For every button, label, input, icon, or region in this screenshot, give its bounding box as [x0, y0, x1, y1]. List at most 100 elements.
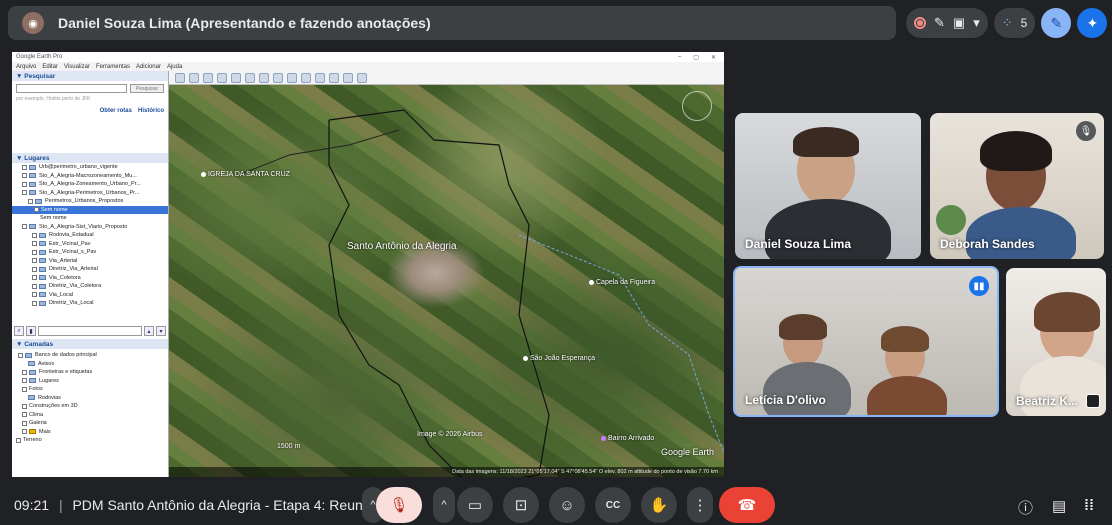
- list-item[interactable]: Via_Arterial: [12, 257, 168, 266]
- search-button[interactable]: Pesquisar: [130, 84, 164, 93]
- toolbar-print-icon[interactable]: [329, 72, 339, 83]
- menu-visualizar[interactable]: Visualizar: [64, 64, 90, 70]
- panel-icon[interactable]: ▮: [26, 326, 36, 336]
- menu-adicionar[interactable]: Adicionar: [136, 64, 161, 70]
- annotate-icon[interactable]: ✎: [934, 15, 945, 31]
- list-item[interactable]: Estr_Vicinal_s_Pav: [12, 248, 168, 257]
- emoji-icon: ☺: [559, 496, 575, 514]
- list-item[interactable]: Via_Local: [12, 291, 168, 300]
- toolbar-ruler-icon[interactable]: [301, 72, 311, 83]
- mic-toggle-button[interactable]: 🎙: [376, 487, 422, 523]
- list-item[interactable]: Perimetros_Urbanos_Propostos: [12, 197, 168, 206]
- list-item[interactable]: Sto_A_Alegria-Zoneamento_Urbano_Pr...: [12, 180, 168, 189]
- list-item[interactable]: Rodovia_Estadual: [12, 231, 168, 240]
- list-item[interactable]: Diretriz_Via_Coletora: [12, 282, 168, 291]
- maximize-icon[interactable]: ▢: [693, 54, 699, 61]
- toolbar-sun-icon[interactable]: [273, 72, 283, 83]
- recording-controls[interactable]: ✎ ▣ ▾: [906, 8, 988, 38]
- list-item[interactable]: Avisos: [12, 360, 168, 369]
- toolbar-planets-icon[interactable]: [287, 72, 297, 83]
- participant-tile[interactable]: Daniel Souza Lima: [735, 113, 921, 259]
- screen-share-icon[interactable]: ▣: [953, 15, 965, 31]
- ge-toolbar: [169, 71, 724, 85]
- toolbar-email-icon[interactable]: [315, 72, 325, 83]
- compass-control[interactable]: [682, 91, 712, 121]
- list-item[interactable]: Mais: [12, 428, 168, 437]
- toolbar-sidebar-icon[interactable]: [175, 72, 185, 83]
- list-item-selected[interactable]: Sem nome: [12, 205, 168, 214]
- shared-screen: Google Earth Pro – ▢ ✕ Arquivo Editar Vi…: [12, 52, 724, 477]
- satellite-map[interactable]: IGREJA DA SANTA CRUZ Santo Antônio da Al…: [169, 85, 724, 477]
- toolbar-maps-icon[interactable]: [357, 72, 367, 83]
- list-item[interactable]: Via_Coletora: [12, 274, 168, 283]
- toolbar-history-icon[interactable]: [259, 72, 269, 83]
- search-input[interactable]: [16, 84, 127, 93]
- menu-editar[interactable]: Editar: [42, 64, 58, 70]
- list-item[interactable]: Sem nome: [12, 214, 168, 223]
- toolbar-polygon-icon[interactable]: [203, 72, 213, 83]
- list-item[interactable]: Rodovias: [12, 394, 168, 403]
- pip-icon[interactable]: [1086, 394, 1100, 408]
- list-item[interactable]: Sto_A_Alegria-Sist_Viario_Proposto: [12, 223, 168, 232]
- list-item[interactable]: Urb@perimetro_urbano_vigente: [12, 163, 168, 172]
- end-call-icon: ☎: [737, 497, 757, 514]
- menu-ajuda[interactable]: Ajuda: [167, 64, 182, 70]
- gemini-button[interactable]: ✦: [1077, 8, 1108, 38]
- meeting-title: PDM Santo Antônio da Alegria - Etapa 4: …: [72, 497, 386, 513]
- list-item[interactable]: Lugares: [12, 377, 168, 386]
- pen-tool-button[interactable]: ✎: [1041, 8, 1072, 38]
- participant-tile[interactable]: 🎙 Deborah Sandes: [930, 113, 1104, 259]
- list-item[interactable]: Sto_A_Alegria-Macrozoneamento_Mu...: [12, 172, 168, 181]
- toolbar-placemark-icon[interactable]: [189, 72, 199, 83]
- chat-icon[interactable]: ▤: [1052, 497, 1066, 515]
- toolbar-overlay-icon[interactable]: [231, 72, 241, 83]
- menu-ferramentas[interactable]: Ferramentas: [96, 64, 130, 70]
- list-item[interactable]: Terreno: [12, 436, 168, 445]
- list-item[interactable]: Banco de dados principal: [12, 351, 168, 360]
- leave-call-button[interactable]: ☎: [719, 487, 775, 523]
- close-icon[interactable]: ✕: [711, 54, 716, 61]
- activities-icon[interactable]: ⁞⁞: [1084, 497, 1094, 514]
- history-link[interactable]: Histórico: [138, 108, 164, 114]
- toolbar-path-icon[interactable]: [217, 72, 227, 83]
- toolbar-tour-icon[interactable]: [245, 72, 255, 83]
- list-item[interactable]: Estr_Vicinal_Pav: [12, 240, 168, 249]
- chevron-down-icon[interactable]: ▾: [973, 15, 980, 31]
- directions-link[interactable]: Obter rotas: [100, 108, 132, 114]
- captions-button[interactable]: CC: [595, 487, 631, 523]
- search-header[interactable]: ▼ Pesquisar: [12, 71, 168, 81]
- places-header[interactable]: ▼ Lugares: [12, 153, 168, 163]
- places-filter-field[interactable]: [38, 326, 142, 336]
- info-icon[interactable]: ⓘ: [1018, 497, 1033, 518]
- participant-tile[interactable]: Beatriz K...: [1006, 268, 1106, 416]
- layers-header[interactable]: ▼ Camadas: [12, 339, 168, 349]
- reactions-button[interactable]: ☺: [549, 487, 585, 523]
- list-item[interactable]: Sto_A_Alegria-Perimetros_Urbanos_Pr...: [12, 189, 168, 198]
- list-item[interactable]: Clima: [12, 411, 168, 420]
- minimize-icon[interactable]: –: [678, 54, 681, 61]
- menu-arquivo[interactable]: Arquivo: [16, 64, 36, 70]
- search-icon[interactable]: ⌕: [14, 326, 24, 336]
- ge-titlebar: Google Earth Pro – ▢ ✕: [12, 52, 724, 62]
- list-item[interactable]: Fronteiras e etiquetas: [12, 368, 168, 377]
- list-item[interactable]: Diretriz_Via_Arterial: [12, 265, 168, 274]
- recording-icon[interactable]: [914, 17, 926, 29]
- list-item[interactable]: Diretriz_Via_Local: [12, 299, 168, 308]
- ge-window-title: Google Earth Pro: [16, 54, 63, 60]
- toolbar-save-image-icon[interactable]: [343, 72, 353, 83]
- list-item[interactable]: Galeria: [12, 419, 168, 428]
- video-options-button[interactable]: ^: [433, 487, 455, 523]
- move-down-icon[interactable]: ▾: [156, 326, 166, 336]
- separator: |: [58, 497, 63, 513]
- presenter-bar: ◉ Daniel Souza Lima (Apresentando e faze…: [8, 6, 896, 40]
- participant-tile-active[interactable]: ▮▮ Letícia D'olivo: [733, 266, 999, 417]
- present-button[interactable]: ⊡: [503, 487, 539, 523]
- camera-toggle-button[interactable]: ▭: [457, 487, 493, 523]
- raise-hand-button[interactable]: ✋: [641, 487, 677, 523]
- participant-name: Beatriz K...: [1016, 394, 1079, 408]
- move-up-icon[interactable]: ▴: [144, 326, 154, 336]
- list-item[interactable]: Fotos: [12, 385, 168, 394]
- participants-button[interactable]: ⁘ 5: [993, 8, 1036, 38]
- more-options-button[interactable]: ⋮: [687, 487, 713, 523]
- list-item[interactable]: Construções em 3D: [12, 402, 168, 411]
